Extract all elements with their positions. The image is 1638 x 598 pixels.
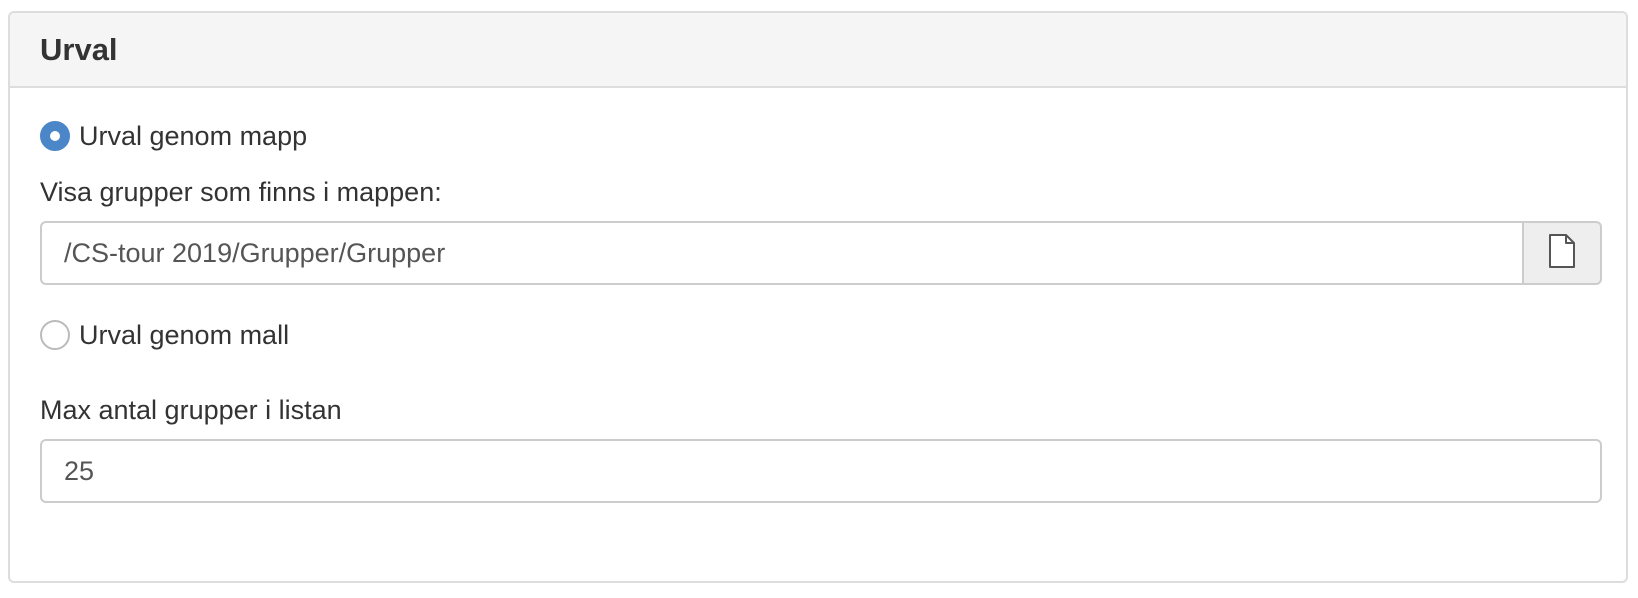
folder-radio-label[interactable]: Urval genom mapp — [79, 121, 307, 152]
max-groups-input[interactable]: 25 — [40, 439, 1602, 503]
max-field-label: Max antal grupper i listan — [40, 395, 342, 425]
template-radio-label[interactable]: Urval genom mall — [79, 320, 289, 351]
panel-heading: Urval — [10, 13, 1626, 88]
folder-input-group: /CS-tour 2019/Grupper/Grupper — [40, 221, 1602, 285]
folder-field-label: Visa grupper som finns i mappen: — [40, 177, 442, 207]
folder-radio-button[interactable] — [40, 121, 70, 151]
panel-title: Urval — [40, 31, 118, 67]
urval-panel: Urval Urval genom mapp Visa grupper som … — [8, 11, 1628, 583]
template-radio-button[interactable] — [40, 320, 70, 350]
file-icon — [1548, 233, 1576, 273]
browse-folder-button[interactable] — [1522, 221, 1602, 285]
radio-option-template[interactable]: Urval genom mall — [40, 318, 289, 352]
radio-option-folder[interactable]: Urval genom mapp — [40, 119, 307, 153]
folder-path-input[interactable]: /CS-tour 2019/Grupper/Grupper — [40, 221, 1524, 285]
